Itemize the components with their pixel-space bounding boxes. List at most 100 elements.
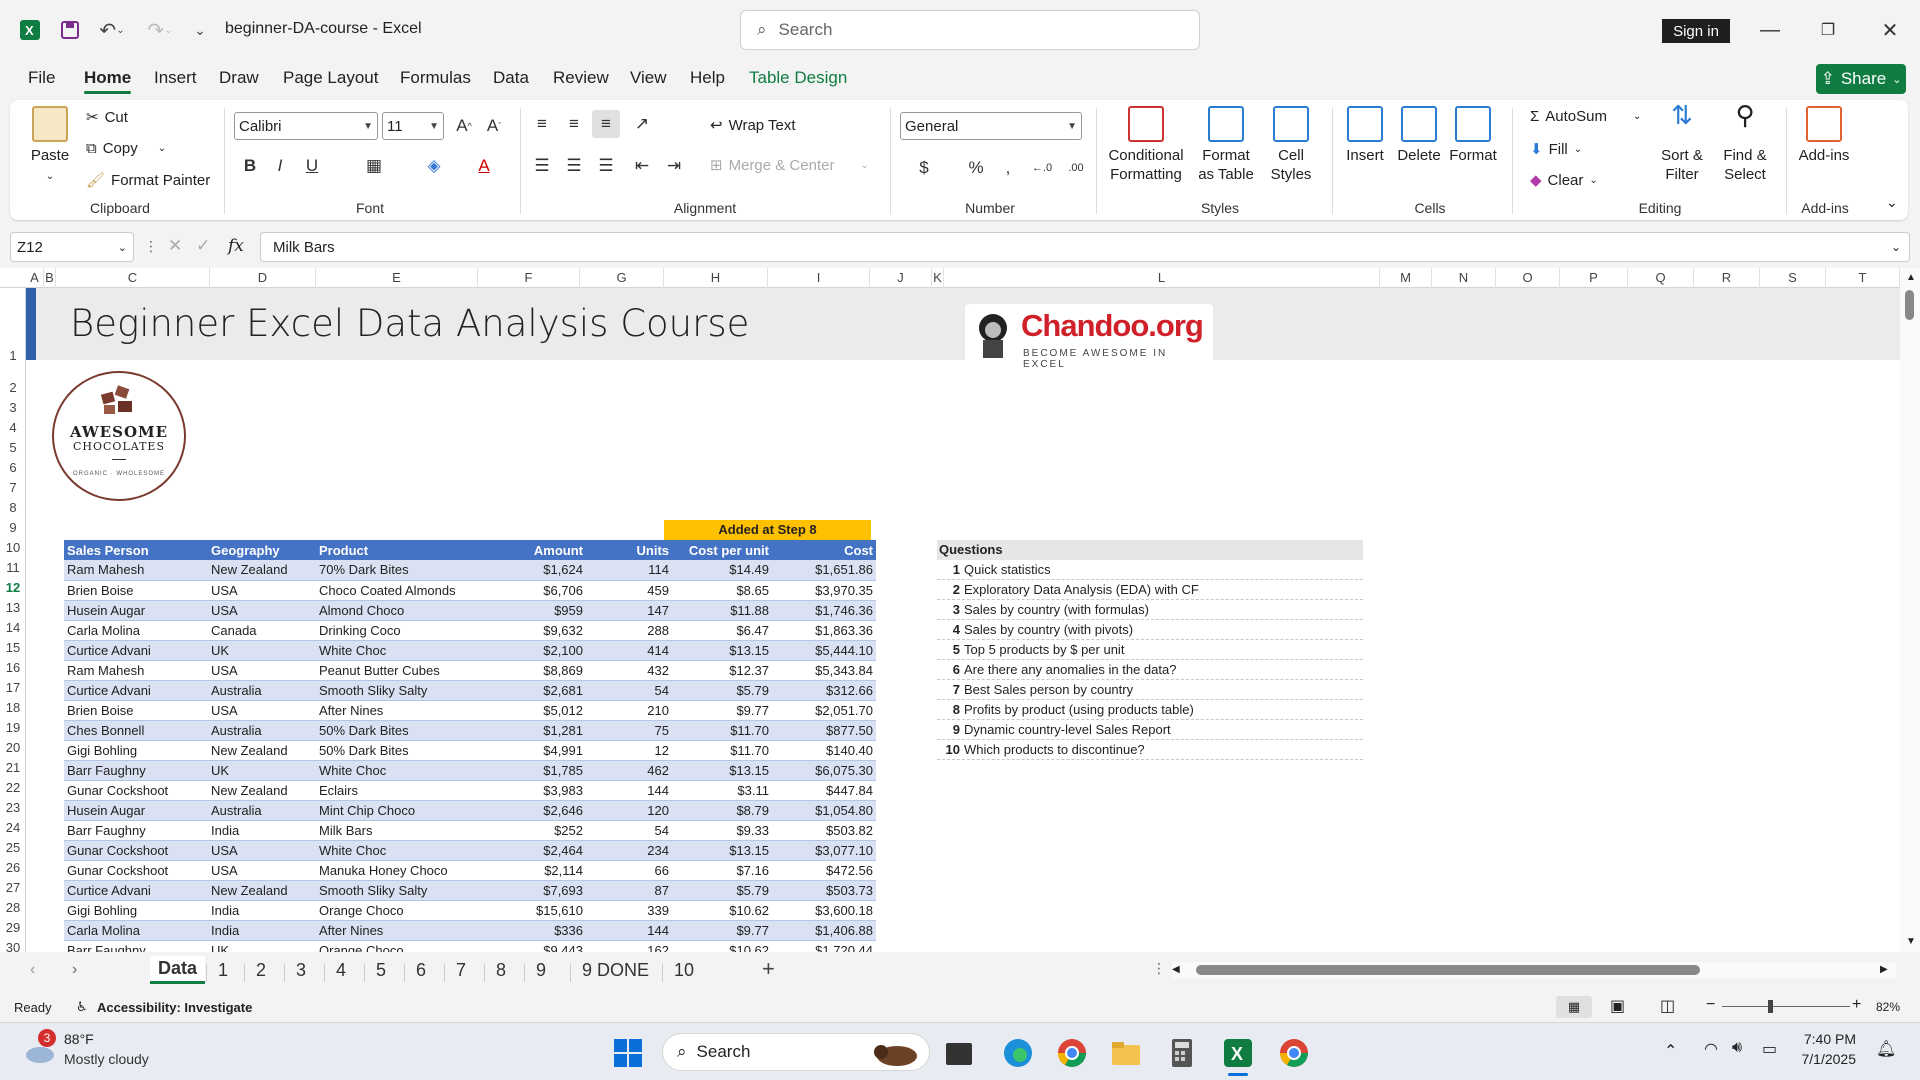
- sheet-tab[interactable]: 10: [674, 960, 694, 981]
- question-item[interactable]: 4 Sales by country (with pivots): [937, 620, 1363, 640]
- row-header[interactable]: 24: [0, 818, 26, 838]
- table-cell[interactable]: USA: [208, 840, 316, 861]
- zoom-slider-thumb[interactable]: [1768, 1000, 1773, 1013]
- table-cell[interactable]: Almond Choco: [316, 600, 482, 621]
- table-cell[interactable]: Curtice Advani: [64, 880, 208, 901]
- borders-icon[interactable]: ▦: [360, 152, 388, 180]
- table-cell[interactable]: New Zealand: [208, 880, 316, 901]
- row-header[interactable]: 3: [0, 398, 26, 418]
- column-header[interactable]: S: [1760, 268, 1826, 288]
- column-header[interactable]: F: [478, 268, 580, 288]
- table-row[interactable]: Barr Faughny India Milk Bars $252 54 $9.33 $50…: [64, 820, 876, 841]
- table-cell[interactable]: $8.65: [672, 580, 772, 601]
- windows-start-icon[interactable]: [612, 1037, 644, 1069]
- restore-icon[interactable]: ❐: [1808, 14, 1848, 46]
- italic-button[interactable]: I: [266, 152, 294, 180]
- table-cell[interactable]: $9,443: [482, 940, 586, 952]
- more-options-icon[interactable]: ⋮: [144, 238, 158, 255]
- column-header[interactable]: A: [26, 268, 44, 288]
- question-item[interactable]: 7 Best Sales person by country: [937, 680, 1363, 700]
- battery-icon[interactable]: ▭: [1762, 1039, 1777, 1059]
- table-column-header[interactable]: Cost per unit: [672, 540, 772, 560]
- table-row[interactable]: Gunar Cockshoot USA Manuka Honey Choco $2,1…: [64, 860, 876, 881]
- table-cell[interactable]: 50% Dark Bites: [316, 720, 482, 741]
- table-row[interactable]: Husein Augar USA Almond Choco $959 147 $11.88…: [64, 600, 876, 621]
- zoom-slider[interactable]: [1722, 1006, 1850, 1007]
- table-cell[interactable]: Australia: [208, 720, 316, 741]
- tab-home[interactable]: Home: [84, 68, 132, 94]
- scroll-left-icon[interactable]: ◀: [1172, 964, 1180, 975]
- column-header[interactable]: M: [1380, 268, 1432, 288]
- cancel-entry-icon[interactable]: ✕: [168, 236, 182, 256]
- merge-center-button[interactable]: ⊞ Merge & Center ⌄: [710, 156, 869, 175]
- table-cell[interactable]: 66: [586, 860, 672, 881]
- row-header[interactable]: 28: [0, 898, 26, 918]
- table-cell[interactable]: $3,983: [482, 780, 586, 801]
- table-cell[interactable]: Barr Faughny: [64, 760, 208, 781]
- table-cell[interactable]: 70% Dark Bites: [316, 560, 482, 581]
- table-cell[interactable]: USA: [208, 660, 316, 681]
- wifi-icon[interactable]: ◠: [1704, 1039, 1718, 1059]
- table-cell[interactable]: 234: [586, 840, 672, 861]
- table-cell[interactable]: $140.40: [772, 740, 876, 761]
- table-cell[interactable]: Choco Coated Almonds: [316, 580, 482, 601]
- table-cell[interactable]: $14.49: [672, 560, 772, 581]
- table-cell[interactable]: $1,863.36: [772, 620, 876, 641]
- column-header[interactable]: B: [44, 268, 56, 288]
- table-cell[interactable]: New Zealand: [208, 560, 316, 581]
- table-cell[interactable]: Ram Mahesh: [64, 660, 208, 681]
- sheet-tab[interactable]: 8: [496, 960, 506, 981]
- insert-cells-button[interactable]: Insert: [1340, 106, 1390, 165]
- table-cell[interactable]: India: [208, 820, 316, 841]
- table-cell[interactable]: $9.77: [672, 700, 772, 721]
- name-box[interactable]: Z12 ⌄: [10, 232, 134, 262]
- paste-button[interactable]: Paste ⌄: [30, 106, 70, 186]
- table-cell[interactable]: $252: [482, 820, 586, 841]
- table-cell[interactable]: $4,991: [482, 740, 586, 761]
- table-cell[interactable]: 462: [586, 760, 672, 781]
- tab-table-design[interactable]: Table Design: [749, 68, 847, 88]
- clear-button[interactable]: ◆ Clear ⌄: [1530, 171, 1598, 190]
- question-item[interactable]: 2 Exploratory Data Analysis (EDA) with CF: [937, 580, 1363, 600]
- currency-icon[interactable]: $: [910, 154, 938, 182]
- vertical-scroll-thumb[interactable]: [1905, 290, 1914, 320]
- table-row[interactable]: Brien Boise USA Choco Coated Almonds $6,706…: [64, 580, 876, 601]
- table-row[interactable]: Ram Mahesh USA Peanut Butter Cubes $8,869 43…: [64, 660, 876, 681]
- more-tabs-icon[interactable]: ⋮: [1152, 960, 1166, 977]
- table-cell[interactable]: $1,720.44: [772, 940, 876, 952]
- sheet-tab[interactable]: 9: [536, 960, 546, 981]
- table-cell[interactable]: $503.73: [772, 880, 876, 901]
- expand-formula-icon[interactable]: ⌄: [1891, 240, 1901, 254]
- file-explorer-icon[interactable]: [1110, 1037, 1142, 1069]
- column-header[interactable]: H: [664, 268, 768, 288]
- table-cell[interactable]: Manuka Honey Choco: [316, 860, 482, 881]
- table-cell[interactable]: $1,746.36: [772, 600, 876, 621]
- sheet-tab[interactable]: 2: [256, 960, 266, 981]
- align-top-icon[interactable]: ≡: [528, 110, 556, 138]
- find-select-button[interactable]: ⚲ Find & Select: [1716, 102, 1774, 184]
- table-cell[interactable]: $447.84: [772, 780, 876, 801]
- table-cell[interactable]: 432: [586, 660, 672, 681]
- table-cell[interactable]: Gigi Bohling: [64, 740, 208, 761]
- table-cell[interactable]: Mint Chip Choco: [316, 800, 482, 821]
- table-cell[interactable]: Brien Boise: [64, 700, 208, 721]
- table-cell[interactable]: $1,651.86: [772, 560, 876, 581]
- table-cell[interactable]: 210: [586, 700, 672, 721]
- row-header[interactable]: 6: [0, 458, 26, 478]
- tab-view[interactable]: View: [630, 68, 667, 88]
- row-header[interactable]: 15: [0, 638, 26, 658]
- column-header[interactable]: O: [1496, 268, 1560, 288]
- table-cell[interactable]: $6.47: [672, 620, 772, 641]
- table-row[interactable]: Gunar Cockshoot USA White Choc $2,464 234 $13…: [64, 840, 876, 861]
- row-header[interactable]: 23: [0, 798, 26, 818]
- table-cell[interactable]: $1,785: [482, 760, 586, 781]
- format-painter-button[interactable]: 🖌 Format Painter: [86, 171, 210, 190]
- table-cell[interactable]: $8.79: [672, 800, 772, 821]
- clock-date[interactable]: 7/1/2025: [1782, 1051, 1857, 1067]
- table-cell[interactable]: $12.37: [672, 660, 772, 681]
- table-cell[interactable]: Ches Bonnell: [64, 720, 208, 741]
- search-box[interactable]: ⌕ Search: [740, 10, 1200, 50]
- table-cell[interactable]: New Zealand: [208, 740, 316, 761]
- table-cell[interactable]: $5,012: [482, 700, 586, 721]
- chevron-up-icon[interactable]: ⌃: [1664, 1041, 1677, 1061]
